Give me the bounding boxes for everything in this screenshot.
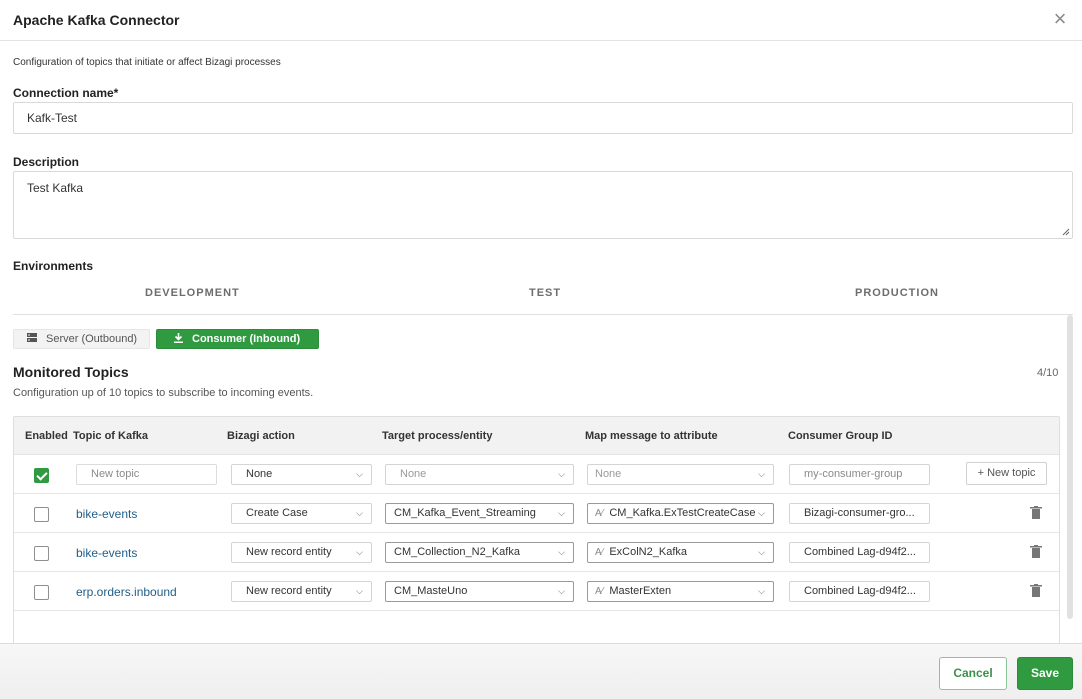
action-value: New record entity	[246, 585, 332, 597]
dialog-header: Apache Kafka Connector ×	[0, 0, 1082, 41]
table-row-new: New topic None ⌵ None ⌵ None ⌵ my-consum…	[14, 455, 1059, 494]
map-select[interactable]: A⁄ CM_Kafka.ExTestCreateCase ⌵	[587, 503, 774, 524]
cancel-button[interactable]: Cancel	[939, 657, 1007, 690]
column-topic: Topic of Kafka	[73, 430, 148, 442]
action-value: New record entity	[246, 546, 332, 558]
scrollbar[interactable]	[1067, 315, 1073, 619]
column-consumer-group: Consumer Group ID	[788, 430, 893, 442]
trash-icon[interactable]	[1030, 545, 1042, 558]
download-icon	[174, 332, 183, 346]
chevron-down-icon: ⌵	[356, 508, 363, 518]
chevron-down-icon: ⌵	[758, 508, 765, 518]
chevron-down-icon: ⌵	[558, 508, 565, 518]
description-textarea[interactable]: Test Kafka	[13, 171, 1073, 239]
action-select[interactable]: Create Case ⌵	[231, 503, 372, 524]
connection-name-label: Connection name*	[13, 86, 119, 100]
new-topic-button[interactable]: + New topic	[966, 462, 1047, 485]
enabled-checkbox[interactable]	[34, 507, 49, 522]
enabled-checkbox[interactable]	[34, 468, 49, 483]
trash-icon[interactable]	[1030, 584, 1042, 597]
action-value: None	[246, 468, 273, 480]
close-icon[interactable]: ×	[1050, 8, 1070, 30]
topic-link[interactable]: bike-events	[76, 546, 137, 560]
table-row: erp.orders.inbound New record entity ⌵ C…	[14, 572, 1059, 611]
environments-label: Environments	[13, 259, 94, 273]
server-outbound-label: Server (Outbound)	[46, 333, 138, 345]
description-value: Test Kafka	[27, 181, 84, 195]
enabled-checkbox[interactable]	[34, 585, 49, 600]
topics-count: 4/10	[1037, 367, 1059, 379]
chevron-down-icon: ⌵	[356, 469, 363, 479]
dialog-footer: Cancel Save	[0, 643, 1082, 699]
target-select[interactable]: CM_MasteUno ⌵	[385, 581, 574, 602]
map-value: CM_Kafka.ExTestCreateCase	[609, 507, 756, 519]
dialog-content: Configuration of topics that initiate or…	[0, 41, 1082, 643]
table-row: bike-events New record entity ⌵ CM_Colle…	[14, 533, 1059, 572]
action-select[interactable]: New record entity ⌵	[231, 581, 372, 602]
new-topic-button-label: New topic	[987, 467, 1036, 479]
resize-grip-icon[interactable]	[1062, 228, 1070, 236]
consumer-inbound-label: Consumer (Inbound)	[192, 333, 301, 345]
save-button[interactable]: Save	[1017, 657, 1073, 690]
trash-icon[interactable]	[1030, 506, 1042, 519]
chevron-down-icon: ⌵	[758, 469, 765, 479]
chevron-down-icon: ⌵	[758, 586, 765, 596]
chevron-down-icon: ⌵	[558, 586, 565, 596]
monitored-topics-subtitle: Configuration up of 10 topics to subscri…	[13, 387, 314, 399]
tab-production[interactable]: PRODUCTION	[855, 287, 939, 299]
target-value: CM_Kafka_Event_Streaming	[394, 507, 536, 519]
topic-link[interactable]: erp.orders.inbound	[76, 585, 177, 599]
column-bizagi-action: Bizagi action	[227, 430, 295, 442]
target-select[interactable]: CM_Kafka_Event_Streaming ⌵	[385, 503, 574, 524]
environment-tabs: DEVELOPMENT TEST PRODUCTION	[13, 281, 1073, 315]
target-placeholder: None	[400, 468, 427, 480]
target-value: CM_MasteUno	[394, 585, 468, 597]
chevron-down-icon: ⌵	[558, 469, 565, 479]
server-icon	[27, 333, 37, 345]
consumer-inbound-button[interactable]: Consumer (Inbound)	[156, 329, 319, 349]
column-enabled: Enabled	[25, 430, 68, 442]
consumer-group-input[interactable]: my-consumer-group	[789, 464, 930, 485]
plus-icon: +	[977, 467, 985, 479]
consumer-group-input[interactable]: Bizagi-consumer-gro...	[789, 503, 930, 524]
map-value: MasterExten	[609, 585, 672, 597]
chevron-down-icon: ⌵	[558, 547, 565, 557]
map-attribute-icon: A⁄	[595, 547, 604, 558]
target-value: CM_Collection_N2_Kafka	[394, 546, 520, 558]
description-label: Description	[13, 155, 80, 169]
map-attribute-icon: A⁄	[595, 586, 604, 597]
table-header: Enabled Topic of Kafka Bizagi action Tar…	[14, 417, 1059, 455]
column-target: Target process/entity	[382, 430, 493, 442]
column-map: Map message to attribute	[585, 430, 718, 442]
tab-test[interactable]: TEST	[529, 287, 561, 299]
map-select[interactable]: A⁄ ExColN2_Kafka ⌵	[587, 542, 774, 563]
map-placeholder: None	[595, 468, 622, 480]
enabled-checkbox[interactable]	[34, 546, 49, 561]
target-select[interactable]: CM_Collection_N2_Kafka ⌵	[385, 542, 574, 563]
server-outbound-button[interactable]: Server (Outbound)	[13, 329, 150, 349]
chevron-down-icon: ⌵	[758, 547, 765, 557]
action-select[interactable]: New record entity ⌵	[231, 542, 372, 563]
map-select[interactable]: None ⌵	[587, 464, 774, 485]
map-value: ExColN2_Kafka	[609, 546, 687, 558]
action-select[interactable]: None ⌵	[231, 464, 372, 485]
action-value: Create Case	[246, 507, 308, 519]
table-row: bike-events Create Case ⌵ CM_Kafka_Event…	[14, 494, 1059, 533]
map-attribute-icon: A⁄	[595, 508, 604, 519]
topics-table: Enabled Topic of Kafka Bizagi action Tar…	[13, 416, 1060, 643]
tab-development[interactable]: DEVELOPMENT	[145, 287, 240, 299]
new-topic-input[interactable]: New topic	[76, 464, 217, 485]
topic-link[interactable]: bike-events	[76, 507, 137, 521]
consumer-group-input[interactable]: Combined Lag-d94f2...	[789, 542, 930, 563]
monitored-topics-title: Monitored Topics	[13, 364, 129, 380]
connection-name-input[interactable]: Kafk-Test	[13, 102, 1073, 134]
map-select[interactable]: A⁄ MasterExten ⌵	[587, 581, 774, 602]
dialog-title: Apache Kafka Connector	[13, 12, 180, 28]
intro-text: Configuration of topics that initiate or…	[13, 57, 281, 68]
chevron-down-icon: ⌵	[356, 586, 363, 596]
consumer-group-input[interactable]: Combined Lag-d94f2...	[789, 581, 930, 602]
target-select[interactable]: None ⌵	[385, 464, 574, 485]
chevron-down-icon: ⌵	[356, 547, 363, 557]
